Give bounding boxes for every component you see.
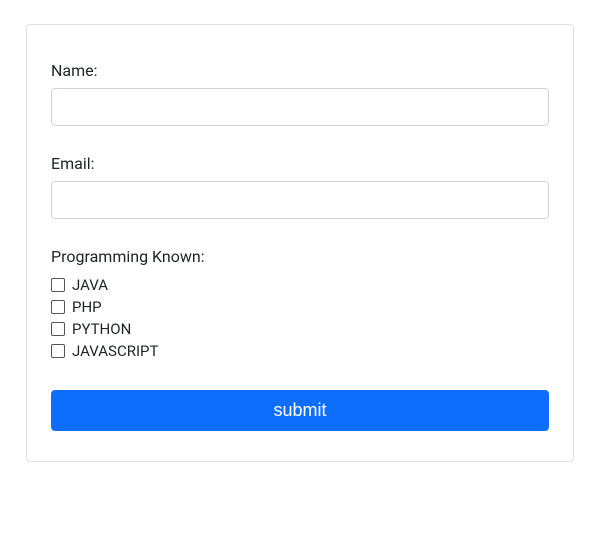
submit-button[interactable]: submit bbox=[51, 390, 549, 431]
checkbox-option-python: PYTHON bbox=[51, 320, 549, 338]
email-label: Email: bbox=[51, 154, 549, 173]
name-input[interactable] bbox=[51, 88, 549, 126]
email-group: Email: bbox=[51, 154, 549, 219]
checkbox-label: JAVA bbox=[72, 276, 108, 294]
programming-options: JAVA PHP PYTHON JAVASCRIPT bbox=[51, 276, 549, 360]
checkbox-python[interactable] bbox=[51, 322, 65, 336]
checkbox-label: PHP bbox=[72, 298, 102, 316]
name-group: Name: bbox=[51, 61, 549, 126]
checkbox-option-java: JAVA bbox=[51, 276, 549, 294]
programming-label: Programming Known: bbox=[51, 247, 549, 266]
checkbox-label: PYTHON bbox=[72, 320, 131, 338]
checkbox-option-javascript: JAVASCRIPT bbox=[51, 342, 549, 360]
email-input[interactable] bbox=[51, 181, 549, 219]
checkbox-java[interactable] bbox=[51, 278, 65, 292]
checkbox-option-php: PHP bbox=[51, 298, 549, 316]
form-card: Name: Email: Programming Known: JAVA PHP… bbox=[26, 24, 574, 462]
checkbox-php[interactable] bbox=[51, 300, 65, 314]
programming-group: Programming Known: JAVA PHP PYTHON JAVAS… bbox=[51, 247, 549, 360]
checkbox-javascript[interactable] bbox=[51, 344, 65, 358]
checkbox-label: JAVASCRIPT bbox=[72, 342, 158, 360]
name-label: Name: bbox=[51, 61, 549, 80]
